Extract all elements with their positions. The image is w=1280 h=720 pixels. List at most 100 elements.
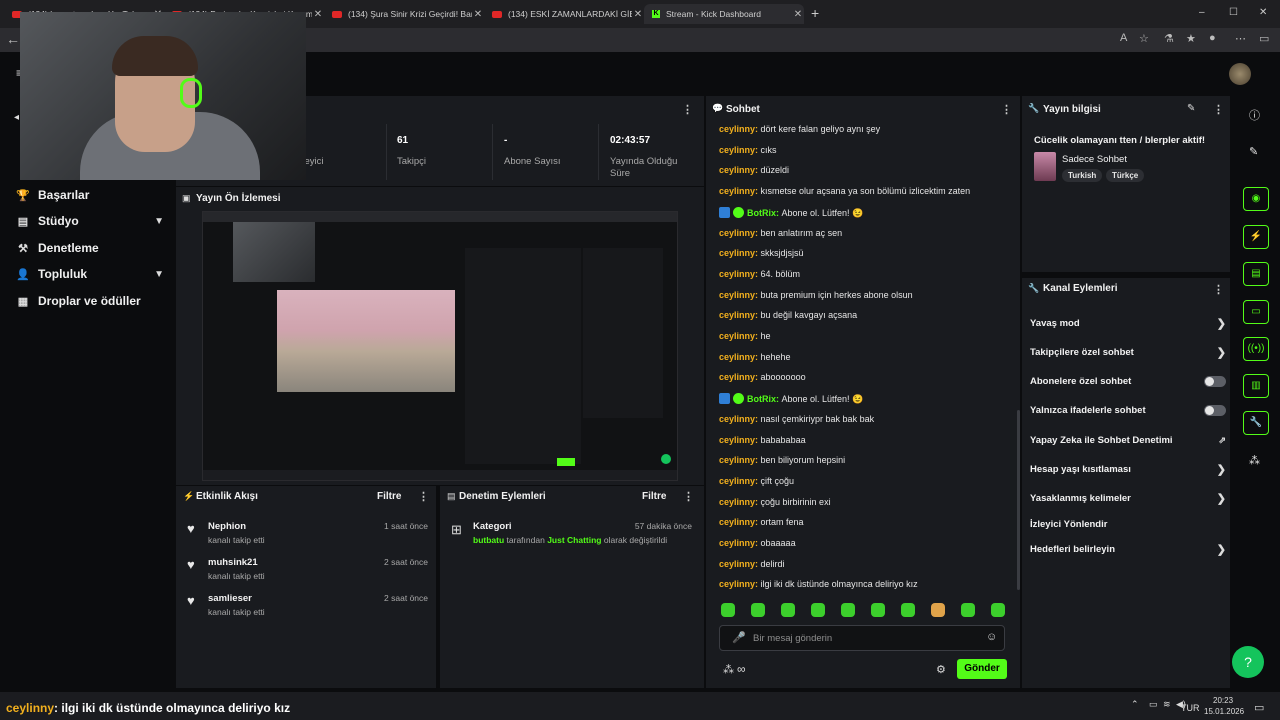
browser-tab-active[interactable]: K Stream - Kick Dashboard ✕: [644, 4, 804, 24]
apps-icon[interactable]: ⁂: [1249, 454, 1260, 467]
more-options-icon[interactable]: ⋮: [1001, 103, 1012, 116]
edit-icon[interactable]: ✎: [1187, 103, 1195, 114]
avatar[interactable]: [1229, 63, 1251, 85]
event-user[interactable]: Nephion: [208, 521, 246, 532]
action-followers-only[interactable]: Takipçilere özel sohbet ❯: [1030, 347, 1226, 359]
profile-icon[interactable]: ●: [1209, 32, 1216, 44]
sidebar-item-achievements[interactable]: 🏆 Başarılar: [16, 185, 164, 205]
moderation-filter-button[interactable]: Filtre: [642, 491, 666, 502]
chat-scrollbar[interactable]: [1017, 410, 1020, 590]
tray-chevron-icon[interactable]: ⌃: [1131, 699, 1139, 710]
close-tab-icon[interactable]: ✕: [312, 9, 324, 20]
chat-username[interactable]: ceylinny: [719, 145, 755, 155]
send-button[interactable]: Gönder: [957, 659, 1007, 679]
more-icon[interactable]: ⋯: [1235, 32, 1246, 45]
points-icon[interactable]: ⁂: [723, 663, 734, 676]
emote-button[interactable]: [991, 603, 1005, 617]
tag-chip[interactable]: Türkçe: [1106, 169, 1145, 182]
browser-tab[interactable]: (134) Şura Sinir Krizi Geçirdi! Bard ✕: [324, 4, 484, 24]
network-icon[interactable]: ▭: [1149, 699, 1158, 710]
extension-icon[interactable]: ⚗: [1164, 32, 1174, 45]
action-ai-moderation[interactable]: Yapay Zeka ile Sohbet Denetimi ⇗: [1030, 435, 1226, 446]
emote-button[interactable]: [901, 603, 915, 617]
chat-input[interactable]: 🎤 Bir mesaj gönderin ☺: [719, 625, 1005, 651]
more-options-icon[interactable]: ⋮: [1213, 103, 1224, 116]
chat-username[interactable]: ceylinny: [719, 269, 755, 279]
more-options-icon[interactable]: ⋮: [418, 490, 429, 503]
action-raid[interactable]: İzleyici Yönlendir: [1030, 519, 1226, 530]
pencil-icon[interactable]: ✎: [1249, 145, 1258, 158]
new-tab-button[interactable]: +: [811, 5, 819, 21]
moderation-entry-user[interactable]: butbatu: [473, 535, 504, 545]
chat-username[interactable]: BotRix: [747, 394, 776, 404]
chat-username[interactable]: ceylinny: [719, 435, 755, 445]
action-subscribers-only[interactable]: Abonelere özel sohbet: [1030, 376, 1226, 387]
minimize-button[interactable]: –: [1199, 7, 1205, 18]
chat-username[interactable]: ceylinny: [719, 497, 755, 507]
chat-username[interactable]: ceylinny: [719, 331, 755, 341]
browser-tab[interactable]: (134) ESKİ ZAMANLARDAKİ GİBİ ✕: [484, 4, 644, 24]
favorites-icon[interactable]: ★: [1186, 32, 1196, 45]
emote-button[interactable]: [871, 603, 885, 617]
help-chat-button[interactable]: ?: [1232, 646, 1264, 678]
close-tab-icon[interactable]: ✕: [792, 9, 804, 20]
chat-username[interactable]: ceylinny: [719, 310, 755, 320]
microphone-icon[interactable]: 🎤: [732, 631, 746, 644]
stream-preview-video[interactable]: [202, 211, 678, 481]
broadcast-widget-button[interactable]: ((•)): [1243, 337, 1269, 361]
chat-username[interactable]: ceylinny: [719, 290, 755, 300]
clock-date[interactable]: 15.01.2026: [1204, 707, 1244, 716]
infinity-icon[interactable]: ∞: [737, 662, 746, 676]
clock-time[interactable]: 20:23: [1213, 696, 1233, 705]
sidebar-toggle-icon[interactable]: ▭: [1259, 32, 1269, 45]
chat-settings-icon[interactable]: ⚙: [936, 663, 946, 676]
chat-username[interactable]: ceylinny: [719, 248, 755, 258]
subscribers-only-toggle[interactable]: [1204, 376, 1226, 387]
action-goals[interactable]: Hedefleri belirleyin ❯: [1030, 544, 1226, 556]
wrench-widget-button[interactable]: 🔧: [1243, 411, 1269, 435]
chat-username[interactable]: ceylinny: [719, 165, 755, 175]
chat-username[interactable]: ceylinny: [719, 455, 755, 465]
action-account-age[interactable]: Hesap yaşı kısıtlaması ❯: [1030, 464, 1226, 476]
action-banned-words[interactable]: Yasaklanmış kelimeler ❯: [1030, 493, 1226, 505]
emote-button[interactable]: [931, 603, 945, 617]
info-icon[interactable]: ⓘ: [1249, 107, 1260, 123]
layout-widget-button[interactable]: ▥: [1243, 374, 1269, 398]
action-slow-mode[interactable]: Yavaş mod ❯: [1030, 318, 1226, 330]
chat-username[interactable]: BotRix: [747, 208, 776, 218]
chat-username[interactable]: ceylinny: [719, 414, 755, 424]
emote-button[interactable]: [811, 603, 825, 617]
chat-username[interactable]: ceylinny: [719, 538, 755, 548]
emote-button[interactable]: [841, 603, 855, 617]
emote-button[interactable]: [781, 603, 795, 617]
event-user[interactable]: muhsink21: [208, 557, 258, 568]
activity-filter-button[interactable]: Filtre: [377, 491, 401, 502]
document-widget-button[interactable]: ▤: [1243, 262, 1269, 286]
read-aloud-icon[interactable]: A: [1120, 32, 1127, 44]
sidebar-item-moderation[interactable]: ⚒ Denetleme: [16, 238, 164, 258]
lightning-widget-button[interactable]: ⚡: [1243, 225, 1269, 249]
emote-button[interactable]: [721, 603, 735, 617]
action-emotes-only[interactable]: Yalnızca ifadelerle sohbet: [1030, 405, 1226, 416]
close-window-button[interactable]: ✕: [1259, 7, 1267, 18]
moderation-entry-category[interactable]: Just Chatting: [547, 535, 601, 545]
sidebar-item-drops[interactable]: ▦ Droplar ve ödüller: [16, 291, 164, 311]
back-icon[interactable]: ←: [6, 31, 20, 47]
sidebar-collapse-icon[interactable]: ◂: [14, 112, 19, 123]
chat-username[interactable]: ceylinny: [719, 186, 755, 196]
more-options-icon[interactable]: ⋮: [682, 103, 693, 116]
maximize-button[interactable]: ☐: [1229, 7, 1238, 18]
wifi-icon[interactable]: ≋: [1163, 699, 1171, 710]
stream-category[interactable]: Sadece Sohbet: [1062, 154, 1127, 165]
sidebar-item-community[interactable]: 👤 Topluluk ▼: [16, 264, 164, 284]
close-tab-icon[interactable]: ✕: [632, 9, 644, 20]
language-indicator[interactable]: TUR: [1181, 703, 1200, 713]
close-tab-icon[interactable]: ✕: [472, 9, 484, 20]
event-user[interactable]: samlieser: [208, 593, 252, 604]
emote-button[interactable]: [751, 603, 765, 617]
more-options-icon[interactable]: ⋮: [1213, 283, 1224, 296]
chat-username[interactable]: ceylinny: [719, 579, 755, 589]
chat-username[interactable]: ceylinny: [719, 372, 755, 382]
chat-username[interactable]: ceylinny: [719, 352, 755, 362]
chat-username[interactable]: ceylinny: [719, 476, 755, 486]
